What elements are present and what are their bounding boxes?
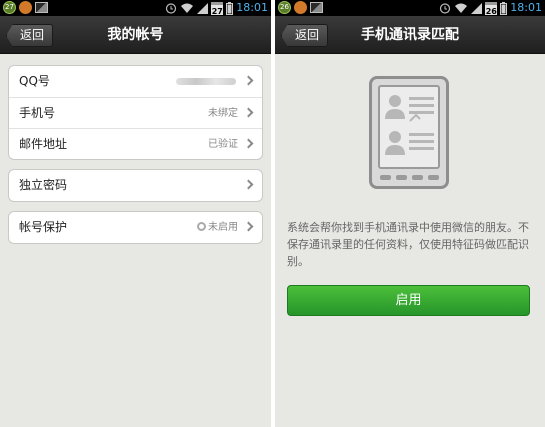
protection-group: 帐号保护 未启用: [8, 211, 263, 244]
notification-badge-icon: 26: [278, 1, 291, 14]
email-status-value: 已验证: [208, 139, 238, 150]
signal-icon: [471, 2, 483, 14]
email-row[interactable]: 邮件地址 已验证: [9, 128, 262, 159]
notification-badge-icon: 27: [3, 1, 16, 14]
status-bar: 27 27 18:01: [0, 0, 271, 16]
status-time: 18:01: [510, 1, 542, 14]
calendar-icon: 27: [211, 1, 224, 16]
enable-button[interactable]: 启用: [287, 285, 530, 316]
calendar-icon: 26: [485, 1, 498, 16]
contact-card-icon: [385, 95, 434, 155]
chevron-right-icon: [243, 138, 254, 149]
back-button[interactable]: 返回: [281, 24, 329, 47]
disabled-status-icon: [197, 222, 206, 231]
account-screen: 27 27 18:01 我的帐号 返回 QQ号 手机号 未绑定 邮件地址 已验证…: [0, 0, 271, 427]
image-notification-icon: [310, 2, 323, 13]
qq-number-row[interactable]: QQ号: [9, 66, 262, 97]
device-button: [412, 175, 423, 180]
protection-status: 未启用: [197, 212, 238, 243]
chevron-right-icon: [243, 107, 254, 118]
back-button[interactable]: 返回: [6, 24, 54, 47]
account-info-group: QQ号 手机号 未绑定 邮件地址 已验证: [8, 65, 263, 160]
password-group: 独立密码: [8, 169, 263, 202]
alarm-icon: [440, 3, 451, 14]
app-notification-icon: [19, 1, 32, 14]
battery-icon: [226, 1, 234, 15]
row-label: 手机号: [19, 106, 56, 120]
description-text: 系统会帮你找到手机通讯录中使用微信的朋友。不保存通讯录里的任何资料，仅使用特征码…: [287, 221, 529, 268]
phone-status-value: 未绑定: [208, 108, 238, 119]
contacts-match-screen: 26 26 18:01 手机通讯录匹配 返回 系统会帮你找到手机通讯录中使用微信…: [275, 0, 545, 427]
qq-number-masked-value: [176, 78, 236, 85]
protection-status-value: 未启用: [208, 222, 238, 233]
chevron-right-icon: [243, 221, 254, 232]
wifi-icon: [455, 3, 468, 13]
title-bar: 手机通讯录匹配 返回: [275, 16, 545, 54]
device-button: [380, 175, 391, 180]
image-notification-icon: [35, 2, 48, 13]
title-bar: 我的帐号 返回: [0, 16, 271, 54]
device-button: [428, 175, 439, 180]
phone-number-row[interactable]: 手机号 未绑定: [9, 97, 262, 128]
status-time: 18:01: [236, 1, 268, 14]
signal-icon: [197, 2, 209, 14]
row-label: QQ号: [19, 74, 50, 88]
device-screen: [378, 85, 440, 169]
row-label: 帐号保护: [19, 220, 68, 234]
account-protection-row[interactable]: 帐号保护 未启用: [9, 212, 262, 243]
status-bar: 26 26 18:01: [275, 0, 545, 16]
wifi-icon: [181, 3, 194, 13]
independent-password-row[interactable]: 独立密码: [9, 170, 262, 201]
app-notification-icon: [294, 1, 307, 14]
chevron-right-icon: [243, 75, 254, 86]
alarm-icon: [166, 3, 177, 14]
row-label: 独立密码: [19, 178, 68, 192]
device-button: [396, 175, 407, 180]
phone-contacts-illustration: [369, 76, 449, 189]
battery-icon: [500, 1, 508, 15]
chevron-right-icon: [243, 179, 254, 190]
row-label: 邮件地址: [19, 137, 68, 151]
